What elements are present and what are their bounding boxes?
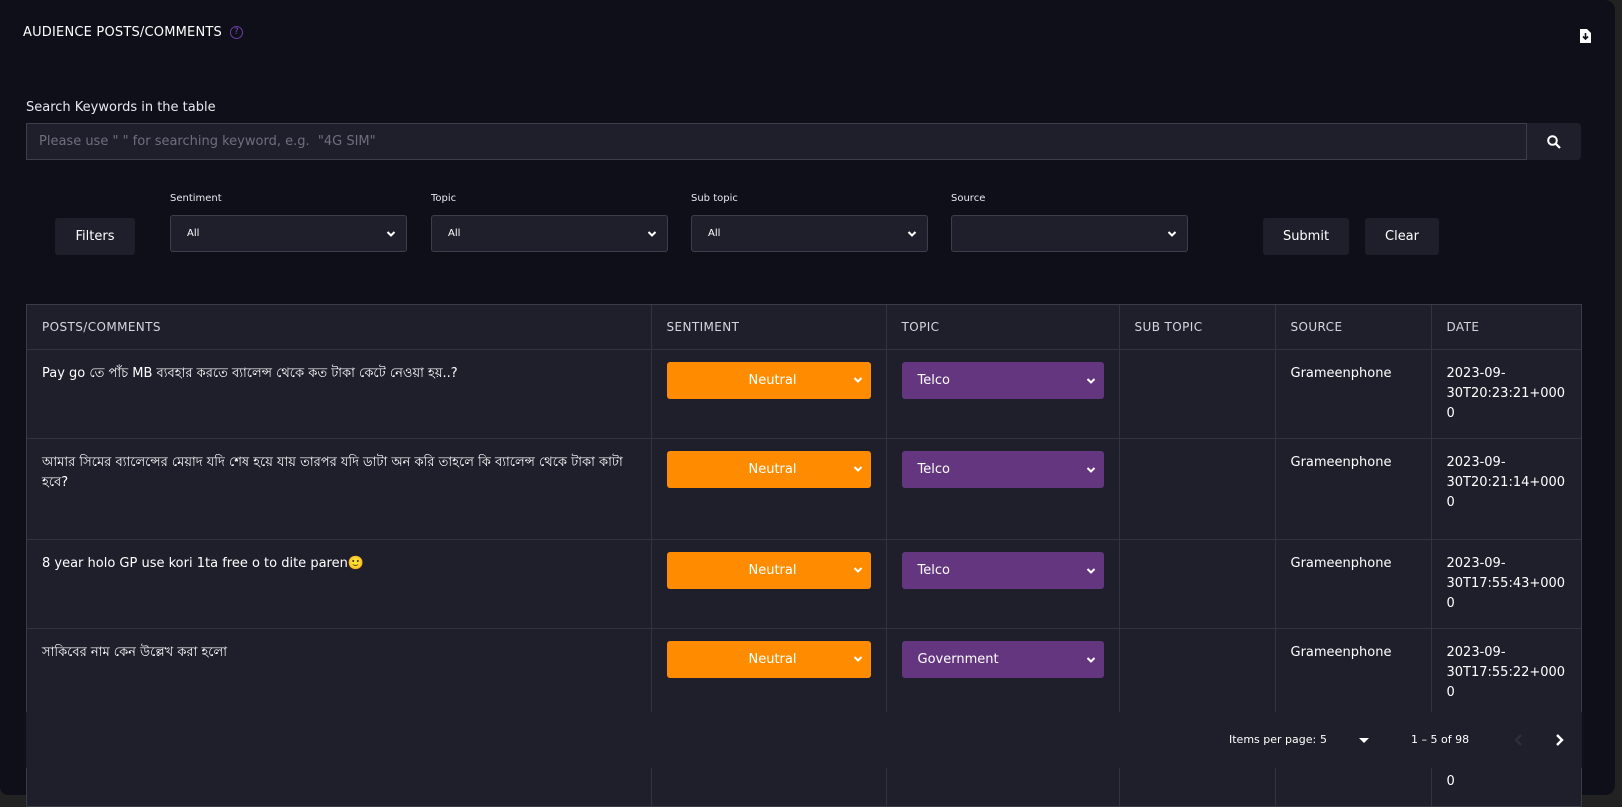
- sentiment-select[interactable]: All: [170, 215, 407, 252]
- chevron-down-icon: [1086, 567, 1095, 574]
- search-label: Search Keywords in the table: [26, 100, 216, 115]
- search-input[interactable]: [26, 123, 1527, 160]
- paginator: Items per page: 5 1 – 5 of 98: [26, 712, 1582, 768]
- topic-dropdown[interactable]: Telco: [901, 552, 1104, 589]
- sentiment-value: Neutral: [748, 562, 797, 578]
- column-header-sentiment[interactable]: SENTIMENT: [651, 305, 887, 350]
- source-filter: Source: [951, 193, 1188, 252]
- topic-select[interactable]: All: [431, 215, 668, 252]
- topic-dropdown[interactable]: Telco: [901, 451, 1104, 488]
- sentiment-value: Neutral: [748, 651, 797, 667]
- chevron-left-icon[interactable]: [1508, 729, 1530, 751]
- search-bar: [26, 123, 1581, 160]
- chevron-down-icon: [907, 230, 917, 237]
- source-select[interactable]: [951, 215, 1188, 252]
- chevron-down-icon: [853, 466, 862, 472]
- chevron-down-icon: [1086, 466, 1095, 473]
- topic-filter-label: Topic: [431, 193, 457, 204]
- subtopic-cell: [1119, 539, 1276, 629]
- subtopic-cell: [1119, 628, 1276, 718]
- table-row: আমার সিমের ব্যালেন্সের মেয়াদ যদি শেষ হয…: [27, 438, 1581, 540]
- topic-value: Telco: [917, 562, 950, 578]
- question-circle-icon[interactable]: ?: [229, 26, 243, 39]
- table-row: Pay go তে পাঁচ MB ব্যবহার করতে ব্যালেন্স…: [27, 349, 1581, 439]
- topic-cell: Government: [886, 628, 1120, 718]
- topic-cell: Telco: [886, 539, 1120, 629]
- file-download-icon[interactable]: [1580, 29, 1591, 43]
- chevron-down-icon: [1086, 656, 1095, 663]
- items-per-page-select[interactable]: 5: [1320, 733, 1327, 746]
- chevron-down-icon: [1167, 230, 1177, 237]
- search-icon: [1547, 134, 1561, 149]
- column-header-subtopic[interactable]: SUB TOPIC: [1119, 305, 1276, 350]
- topic-filter: Topic All: [431, 193, 668, 252]
- sentiment-value: Neutral: [748, 372, 797, 388]
- column-header-topic[interactable]: TOPIC: [886, 305, 1120, 350]
- topic-value: Government: [917, 651, 999, 667]
- sentiment-value: Neutral: [748, 461, 797, 477]
- date-cell: 2023-09- 30T20:21:14+0000: [1431, 438, 1581, 540]
- topic-dropdown[interactable]: Government: [901, 641, 1104, 678]
- subtopic-filter-label: Sub topic: [691, 193, 738, 204]
- chevron-down-icon: [386, 230, 396, 237]
- date-cell: 2023-09- 30T17:55:43+0000: [1431, 539, 1581, 629]
- column-header-posts[interactable]: POSTS/COMMENTS: [27, 305, 652, 350]
- sentiment-cell: Neutral: [651, 349, 887, 439]
- post-text: আমার সিমের ব্যালেন্সের মেয়াদ যদি শেষ হয…: [27, 438, 652, 540]
- card-title: AUDIENCE POSTS/COMMENTS: [23, 25, 222, 40]
- post-text: Pay go তে পাঁচ MB ব্যবহার করতে ব্যালেন্স…: [27, 349, 652, 439]
- card-header: AUDIENCE POSTS/COMMENTS ?: [23, 25, 243, 40]
- chevron-down-icon: [853, 567, 862, 573]
- subtopic-select-value: All: [708, 228, 721, 239]
- source-cell: Grameenphone: [1275, 539, 1432, 629]
- topic-value: Telco: [917, 372, 950, 388]
- column-header-date[interactable]: DATE: [1431, 305, 1581, 350]
- source-cell: Grameenphone: [1275, 628, 1432, 718]
- source-cell: Grameenphone: [1275, 349, 1432, 439]
- sentiment-dropdown[interactable]: Neutral: [666, 641, 871, 678]
- sentiment-cell: Neutral: [651, 539, 887, 629]
- table-row: সাকিবের নাম কেন উল্লেখ করা হলো Neutral Gov…: [27, 628, 1581, 718]
- filters-button[interactable]: Filters: [55, 218, 135, 255]
- subtopic-cell: [1119, 438, 1276, 540]
- items-per-page-label: Items per page:: [1229, 733, 1317, 746]
- sentiment-select-value: All: [187, 228, 200, 239]
- chevron-down-icon: [853, 656, 862, 662]
- sentiment-cell: Neutral: [651, 438, 887, 540]
- caret-down-icon[interactable]: [1359, 738, 1369, 743]
- date-cell: 2023-09- 30T20:23:21+0000: [1431, 349, 1581, 439]
- submit-button[interactable]: Submit: [1263, 218, 1349, 255]
- search-button[interactable]: [1527, 123, 1581, 160]
- subtopic-filter: Sub topic All: [691, 193, 928, 252]
- topic-cell: Telco: [886, 438, 1120, 540]
- clear-button[interactable]: Clear: [1365, 218, 1439, 255]
- topic-cell: Telco: [886, 349, 1120, 439]
- post-text: সাকিবের নাম কেন উল্লেখ করা হলো: [27, 628, 652, 718]
- sentiment-cell: Neutral: [651, 628, 887, 718]
- topic-dropdown[interactable]: Telco: [901, 362, 1104, 399]
- table-header-row: POSTS/COMMENTS SENTIMENT TOPIC SUB TOPIC…: [27, 305, 1581, 350]
- sentiment-filter-label: Sentiment: [170, 193, 222, 204]
- subtopic-select[interactable]: All: [691, 215, 928, 252]
- post-text: 8 year holo GP use kori 1ta free o to di…: [27, 539, 652, 629]
- column-header-source[interactable]: SOURCE: [1275, 305, 1432, 350]
- sentiment-dropdown[interactable]: Neutral: [666, 362, 871, 399]
- source-filter-label: Source: [951, 193, 986, 204]
- source-cell: Grameenphone: [1275, 438, 1432, 540]
- audience-posts-card: AUDIENCE POSTS/COMMENTS ? Search Keyword…: [0, 0, 1615, 807]
- sentiment-dropdown[interactable]: Neutral: [666, 552, 871, 589]
- chevron-down-icon: [647, 230, 657, 237]
- subtopic-cell: [1119, 349, 1276, 439]
- table-row: 8 year holo GP use kori 1ta free o to di…: [27, 539, 1581, 629]
- page-range-label: 1 – 5 of 98: [1411, 733, 1470, 746]
- topic-value: Telco: [917, 461, 950, 477]
- topic-select-value: All: [448, 228, 461, 239]
- sentiment-filter: Sentiment All: [170, 193, 407, 252]
- chevron-down-icon: [1086, 377, 1095, 384]
- date-cell: 2023-09- 30T17:55:22+0000: [1431, 628, 1581, 718]
- chevron-down-icon: [853, 377, 862, 383]
- chevron-right-icon[interactable]: [1548, 729, 1570, 751]
- sentiment-dropdown[interactable]: Neutral: [666, 451, 871, 488]
